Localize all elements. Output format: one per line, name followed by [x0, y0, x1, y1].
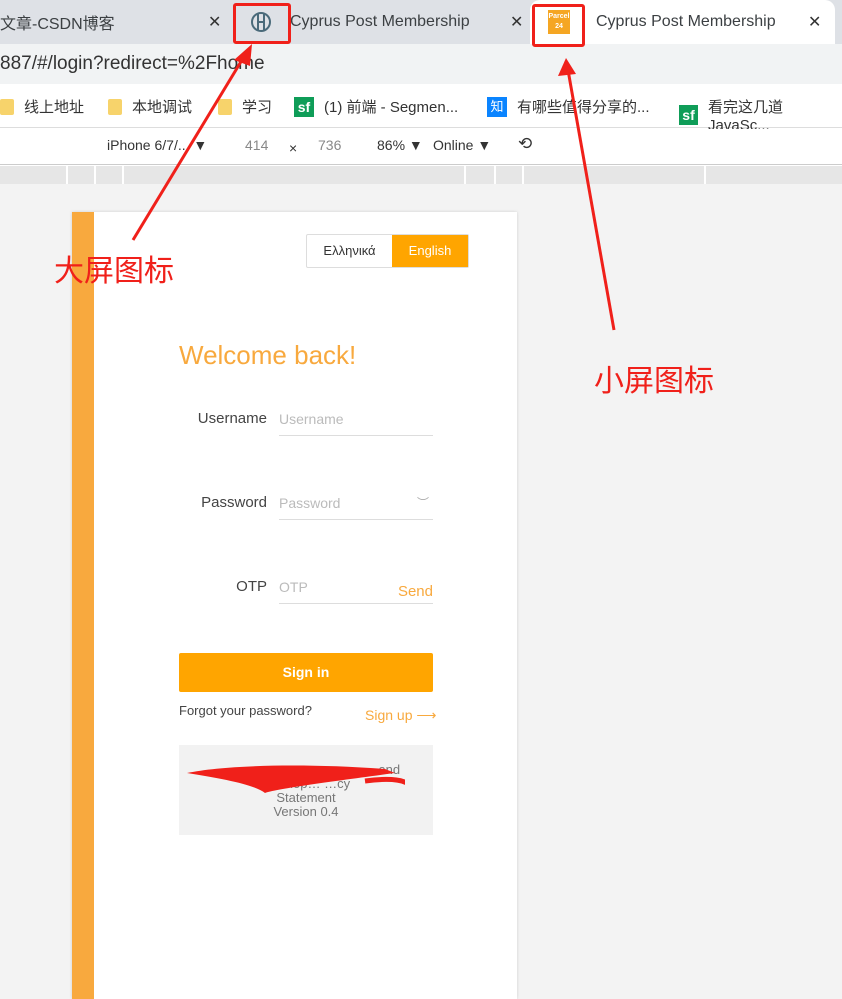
annotation-large-icon: 大屏图标: [54, 254, 174, 289]
annotation-small-icon: 小屏图标: [594, 364, 714, 399]
annotation-arrows: [131, 44, 616, 331]
